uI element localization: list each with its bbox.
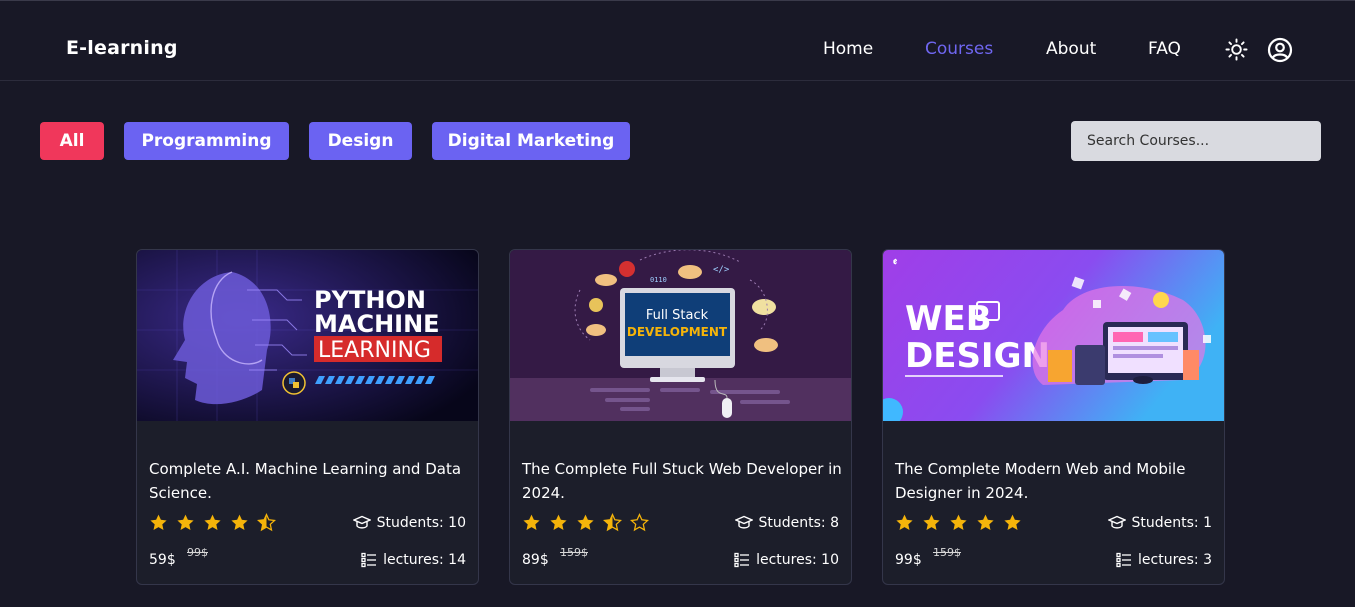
star-full-icon [896,514,913,530]
list-icon [1116,552,1131,568]
course-price: 99$ [895,552,922,568]
star-empty-icon [630,513,649,532]
list-icon [361,552,377,568]
course-old-price: 99$ [187,546,208,559]
course-title[interactable]: The Complete Modern Web and Mobile Desig… [895,457,1215,505]
course-price: 89$ [522,552,549,568]
star-full-icon [577,514,594,530]
sun-icon[interactable] [1225,38,1248,65]
thumb-text-3: LEARNING [318,338,431,363]
svg-text:</>: </> [713,265,730,275]
lectures-count: lectures: 14 [361,552,466,568]
rating-stars [149,513,276,532]
thumb-text-1: Full Stack [646,308,709,323]
lectures-label: lectures: 14 [383,552,466,568]
star-half-icon [603,513,622,532]
course-old-price: 159$ [933,546,961,559]
students-count: Students: 10 [352,515,466,531]
students-count: Students: 1 [1107,515,1212,531]
svg-text:0110: 0110 [650,276,667,284]
nav-home[interactable]: Home [823,39,873,59]
thumb-text-2: MACHINE [314,310,440,338]
course-thumbnail-full-stack[interactable]: Full Stack DEVELOPMENT </> 0110 [510,250,851,421]
course-title[interactable]: Complete A.I. Machine Learning and Data … [149,457,469,505]
course-thumbnail-python-ml[interactable]: PYTHON MACHINE LEARNING [137,250,478,421]
course-old-price: 159$ [560,546,588,559]
lectures-label: lectures: 10 [756,552,839,568]
search-input[interactable] [1071,121,1321,161]
graduation-cap-icon [734,515,753,529]
students-label: Students: 10 [376,515,466,531]
star-full-icon [923,514,940,530]
filter-programming-button[interactable]: Programming [124,122,289,160]
lectures-count: lectures: 3 [1116,552,1212,568]
course-card[interactable]: Full Stack DEVELOPMENT </> 0110 The Comp… [509,249,852,585]
star-full-icon [977,514,994,530]
navbar: E-learning Home Courses About FAQ [0,1,1355,81]
rating-stars [522,513,649,532]
star-full-icon [550,514,567,530]
filter-design-button[interactable]: Design [309,122,412,160]
star-full-icon [150,514,167,530]
list-icon [734,552,750,568]
filter-all-button[interactable]: All [40,122,104,160]
course-card[interactable]: ꬲ WEB DESIGN The Complete Modern Web and… [882,249,1225,585]
course-thumbnail-web-design[interactable]: ꬲ WEB DESIGN [883,250,1224,421]
thumb-text-2: DEVELOPMENT [627,325,728,339]
lectures-label: lectures: 3 [1138,552,1212,568]
students-label: Students: 1 [1131,515,1212,531]
filter-digital-marketing-button[interactable]: Digital Marketing [432,122,630,160]
graduation-cap-icon [1107,515,1126,529]
rating-stars [895,513,1022,532]
lectures-count: lectures: 10 [734,552,839,568]
students-count: Students: 8 [734,515,839,531]
course-price: 59$ [149,552,176,568]
course-card[interactable]: PYTHON MACHINE LEARNING Complete A.I. Ma… [136,249,479,585]
star-full-icon [523,514,540,530]
nav-courses[interactable]: Courses [925,39,993,59]
star-full-icon [950,514,967,530]
nav-faq[interactable]: FAQ [1148,39,1181,59]
course-title[interactable]: The Complete Full Stuck Web Developer in… [522,457,842,505]
students-label: Students: 8 [758,515,839,531]
star-full-icon [1004,514,1021,530]
logo[interactable]: E-learning [66,37,178,59]
graduation-cap-icon [352,515,371,529]
star-full-icon [204,514,221,530]
nav-about[interactable]: About [1046,39,1096,59]
user-circle-icon[interactable] [1267,37,1293,67]
star-half-icon [257,513,276,532]
thumb-text-2: DESIGN [905,336,1050,376]
star-full-icon [231,514,248,530]
star-full-icon [177,514,194,530]
